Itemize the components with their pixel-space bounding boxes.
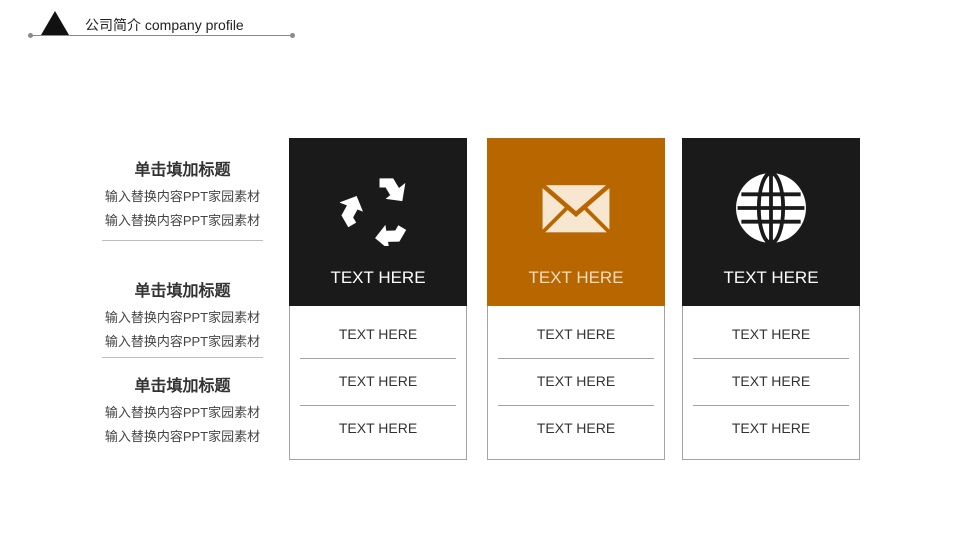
- card-row[interactable]: TEXT HERE: [683, 418, 859, 438]
- card-row[interactable]: TEXT HERE: [488, 418, 664, 438]
- left-divider: [102, 357, 263, 358]
- header-divider-dot-left: [28, 33, 33, 38]
- card-row-divider: [693, 358, 849, 359]
- left-divider: [102, 240, 263, 241]
- feature-card-2: TEXT HERE TEXT HERE TEXT HERE TEXT HERE: [487, 138, 665, 460]
- recycle-icon: [340, 178, 407, 246]
- left-item-text[interactable]: 输入替换内容PPT家园素材: [100, 209, 265, 233]
- card-body: TEXT HERE TEXT HERE TEXT HERE: [682, 306, 860, 460]
- card-title[interactable]: TEXT HERE: [487, 268, 665, 288]
- left-item-text[interactable]: 输入替换内容PPT家园素材: [100, 401, 265, 425]
- card-row-divider: [300, 405, 456, 406]
- card-row[interactable]: TEXT HERE: [488, 324, 664, 344]
- left-item-3: 单击填加标题 输入替换内容PPT家园素材 输入替换内容PPT家园素材: [100, 376, 265, 449]
- feature-card-3: TEXT HERE TEXT HERE TEXT HERE TEXT HERE: [682, 138, 860, 460]
- left-item-title[interactable]: 单击填加标题: [100, 281, 265, 303]
- card-row[interactable]: TEXT HERE: [290, 418, 466, 438]
- card-row-divider: [300, 358, 456, 359]
- card-header: TEXT HERE: [487, 138, 665, 306]
- page-title: 公司简介 company profile: [85, 17, 244, 33]
- card-title[interactable]: TEXT HERE: [682, 268, 860, 288]
- card-row-divider: [498, 358, 654, 359]
- header-divider: [30, 35, 293, 36]
- feature-card-1: TEXT HERE TEXT HERE TEXT HERE TEXT HERE: [289, 138, 467, 460]
- card-row[interactable]: TEXT HERE: [290, 324, 466, 344]
- card-row[interactable]: TEXT HERE: [290, 371, 466, 391]
- card-header: TEXT HERE: [289, 138, 467, 306]
- left-item-2: 单击填加标题 输入替换内容PPT家园素材 输入替换内容PPT家园素材: [100, 281, 265, 354]
- card-body: TEXT HERE TEXT HERE TEXT HERE: [487, 306, 665, 460]
- card-row-divider: [693, 405, 849, 406]
- card-title[interactable]: TEXT HERE: [289, 268, 467, 288]
- left-item-text[interactable]: 输入替换内容PPT家园素材: [100, 306, 265, 330]
- header-divider-dot-right: [290, 33, 295, 38]
- left-item-text[interactable]: 输入替换内容PPT家园素材: [100, 185, 265, 209]
- card-row[interactable]: TEXT HERE: [488, 371, 664, 391]
- left-item-title[interactable]: 单击填加标题: [100, 376, 265, 398]
- card-body: TEXT HERE TEXT HERE TEXT HERE: [289, 306, 467, 460]
- left-item-text[interactable]: 输入替换内容PPT家园素材: [100, 330, 265, 354]
- left-item-title[interactable]: 单击填加标题: [100, 160, 265, 182]
- card-row[interactable]: TEXT HERE: [683, 371, 859, 391]
- card-row[interactable]: TEXT HERE: [683, 324, 859, 344]
- left-item-1: 单击填加标题 输入替换内容PPT家园素材 输入替换内容PPT家园素材: [100, 160, 265, 233]
- card-row-divider: [498, 405, 654, 406]
- triangle-icon: [41, 11, 69, 35]
- globe-icon: [736, 171, 806, 245]
- envelope-icon: [541, 183, 611, 234]
- left-item-text[interactable]: 输入替换内容PPT家园素材: [100, 425, 265, 449]
- card-header: TEXT HERE: [682, 138, 860, 306]
